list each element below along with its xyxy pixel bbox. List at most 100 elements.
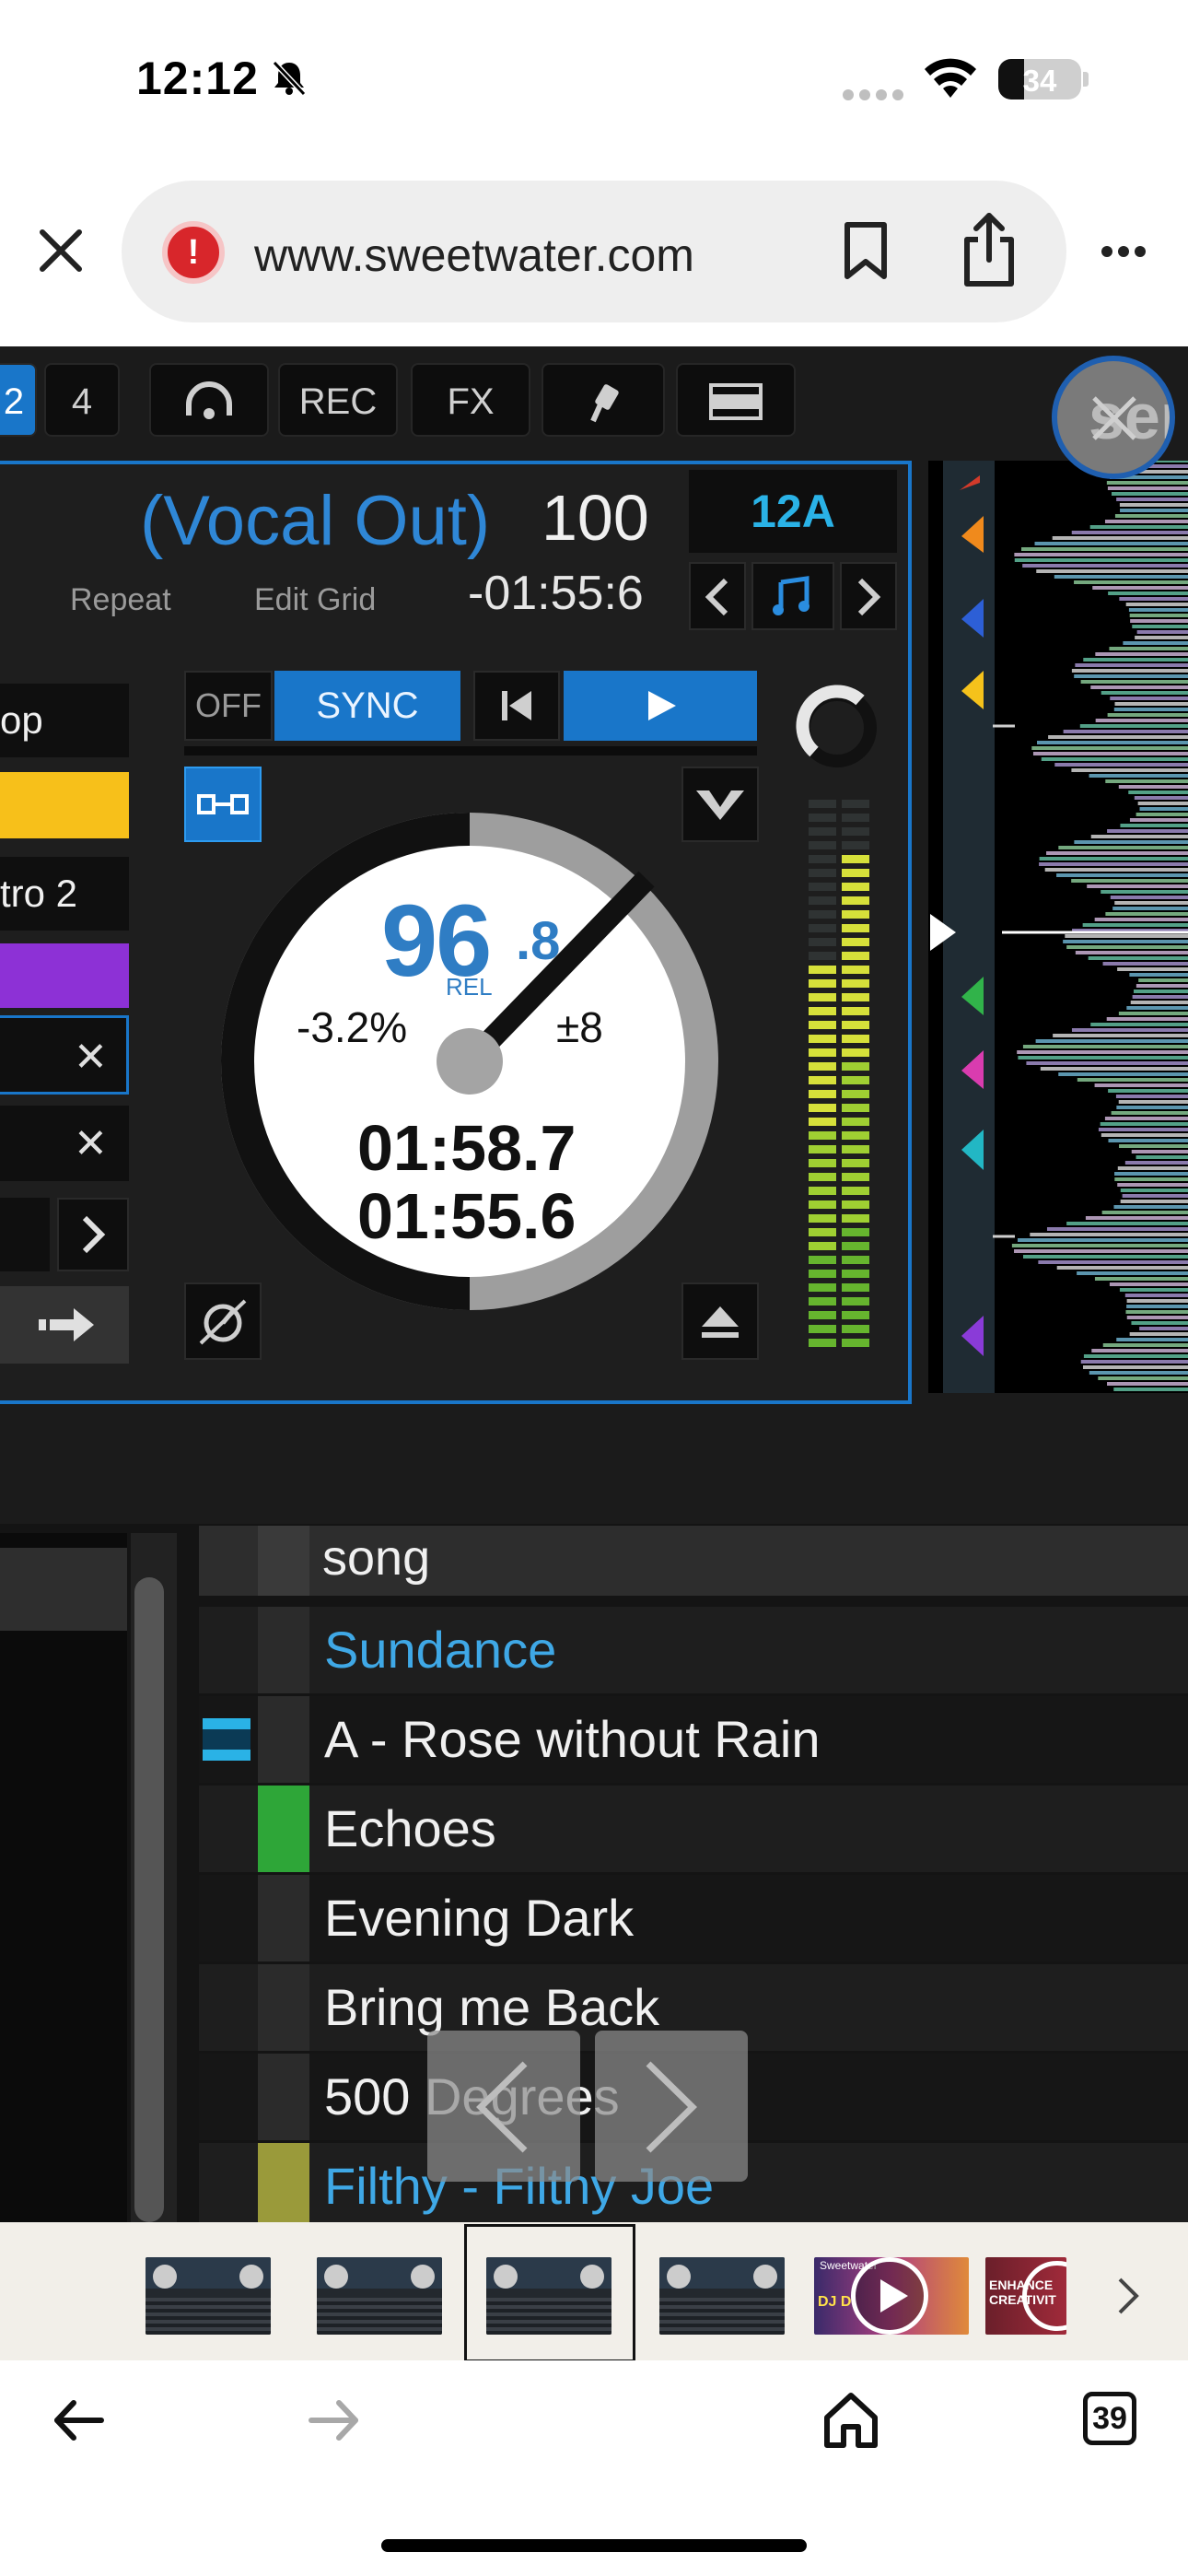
tabs-button[interactable]: 39 bbox=[1083, 2392, 1136, 2445]
meter-segment bbox=[842, 938, 869, 946]
meter-segment bbox=[809, 1035, 836, 1043]
skip-back-icon bbox=[502, 691, 531, 720]
chevron-right-icon[interactable] bbox=[1114, 2276, 1142, 2316]
close-icon[interactable] bbox=[1090, 394, 1138, 442]
stopwatch-icon bbox=[199, 1299, 247, 1345]
forward-icon[interactable] bbox=[308, 2399, 361, 2441]
play-icon bbox=[1022, 2261, 1066, 2331]
back-icon[interactable] bbox=[52, 2399, 105, 2441]
security-warning-icon[interactable]: ! bbox=[162, 221, 225, 284]
meter-segment bbox=[842, 1118, 869, 1126]
level-meter bbox=[809, 800, 869, 1347]
prev-image-button[interactable] bbox=[427, 2031, 580, 2182]
meter-segment bbox=[842, 1035, 869, 1043]
rec-button: REC bbox=[278, 363, 398, 437]
meter-segment bbox=[809, 1159, 836, 1167]
home-indicator bbox=[381, 2539, 807, 2552]
track-color-swatch bbox=[258, 1786, 309, 1872]
meter-segment bbox=[842, 869, 869, 877]
url-text[interactable]: www.sweetwater.com bbox=[254, 228, 694, 282]
meter-segment bbox=[842, 993, 869, 1001]
chevron-right-icon bbox=[82, 1215, 106, 1254]
track-color-swatch bbox=[258, 2143, 309, 2230]
bpm-value: 100 bbox=[542, 482, 649, 554]
thumbnail-5[interactable]: Sweetwater DJ D bbox=[814, 2257, 969, 2335]
arrow-right-icon bbox=[39, 1308, 94, 1341]
progress-track bbox=[184, 746, 757, 755]
meter-segment bbox=[842, 855, 869, 863]
meter-segment bbox=[809, 952, 836, 960]
track-row: Sundance bbox=[199, 1607, 1188, 1693]
track-color-swatch bbox=[258, 1696, 309, 1783]
next-image-button[interactable] bbox=[595, 2031, 748, 2182]
deck-2-button: 2 bbox=[0, 363, 37, 437]
play-icon bbox=[648, 691, 676, 720]
meter-segment bbox=[842, 1339, 869, 1347]
video-icon bbox=[203, 1718, 250, 1761]
thumbnail-1[interactable] bbox=[146, 2257, 271, 2335]
key-lock-button bbox=[751, 562, 834, 630]
thumbnail-2[interactable] bbox=[317, 2257, 442, 2335]
cue-color-purple bbox=[0, 943, 129, 1008]
eject-button bbox=[681, 1282, 759, 1360]
repeat-label: Repeat bbox=[70, 582, 171, 617]
meter-segment bbox=[809, 1283, 836, 1292]
key-up-button bbox=[840, 562, 897, 630]
meter-segment bbox=[809, 855, 836, 863]
home-icon[interactable] bbox=[821, 2390, 880, 2449]
meter-segment bbox=[809, 924, 836, 932]
meter-segment bbox=[842, 1173, 869, 1181]
share-icon[interactable] bbox=[961, 210, 1017, 287]
key-down-button bbox=[689, 562, 746, 630]
meter-segment bbox=[809, 1228, 836, 1236]
chevron-left-icon bbox=[705, 578, 728, 616]
meter-segment bbox=[809, 910, 836, 919]
overlay-close-button[interactable]: ser bbox=[1052, 356, 1175, 479]
remaining-time-2: 01:55.6 bbox=[357, 1180, 577, 1252]
more-options-icon[interactable] bbox=[1101, 245, 1151, 262]
meter-segment bbox=[842, 1325, 869, 1333]
track-color-swatch bbox=[258, 1607, 309, 1693]
meter-segment bbox=[842, 1283, 869, 1292]
track-name: A - Rose without Rain bbox=[324, 1710, 821, 1768]
close-icon: ✕ bbox=[74, 1121, 108, 1166]
loop-slot-2 bbox=[0, 1106, 129, 1181]
meter-segment bbox=[809, 1214, 836, 1223]
meter-segment bbox=[842, 896, 869, 905]
elapsed-time: 01:58.7 bbox=[357, 1112, 577, 1184]
chevron-left-icon bbox=[475, 2061, 528, 2153]
meter-segment bbox=[842, 924, 869, 932]
thumbnail-4[interactable] bbox=[659, 2257, 785, 2335]
meter-segment bbox=[809, 1297, 836, 1306]
meter-segment bbox=[842, 814, 869, 822]
waveform-overview bbox=[928, 461, 1188, 1393]
thumbnail-6[interactable]: ENHANCE CREATIVIT bbox=[985, 2257, 1066, 2335]
track-name: Evening Dark bbox=[324, 1889, 635, 1947]
meter-segment bbox=[809, 1256, 836, 1264]
track-row: A - Rose without Rain bbox=[199, 1696, 1188, 1783]
track-color-swatch bbox=[258, 1964, 309, 2051]
close-icon[interactable] bbox=[37, 227, 85, 275]
film-icon bbox=[709, 383, 763, 420]
column-header-song: song bbox=[322, 1530, 431, 1586]
chevron-right-icon bbox=[857, 578, 881, 616]
meter-segment bbox=[809, 1118, 836, 1126]
censor-button bbox=[184, 1282, 262, 1360]
cue-button bbox=[473, 671, 560, 741]
cue-color-yellow bbox=[0, 772, 129, 838]
meter-segment bbox=[809, 841, 836, 849]
meter-segment bbox=[809, 1007, 836, 1015]
play-button bbox=[564, 671, 757, 741]
meter-segment bbox=[842, 1228, 869, 1236]
meter-segment bbox=[809, 1200, 836, 1209]
gain-knob bbox=[796, 685, 877, 767]
meter-segment bbox=[809, 1090, 836, 1098]
close-icon: ✕ bbox=[74, 1035, 108, 1080]
strip-arrow-button bbox=[0, 1286, 129, 1364]
signal-dots bbox=[843, 88, 909, 105]
sidebar-selected bbox=[0, 1548, 127, 1631]
bookmark-icon[interactable] bbox=[842, 221, 890, 280]
meter-segment bbox=[809, 1021, 836, 1029]
chevron-right-icon bbox=[646, 2061, 698, 2153]
pitch-mode: REL bbox=[446, 973, 493, 1001]
